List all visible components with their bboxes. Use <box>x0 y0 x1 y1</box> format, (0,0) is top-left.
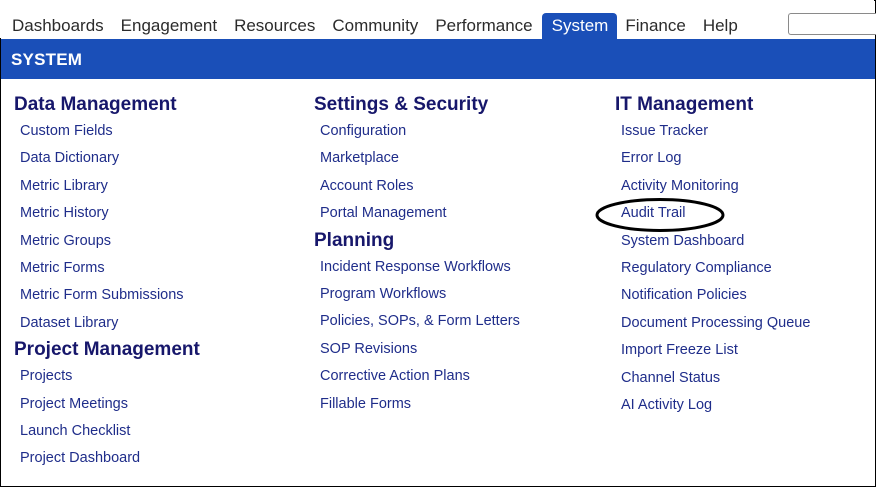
group-title-project-management: Project Management <box>14 339 200 361</box>
link-metric-form-submissions[interactable]: Metric Form Submissions <box>20 282 200 309</box>
link-issue-tracker[interactable]: Issue Tracker <box>621 118 810 145</box>
list-project-management: Projects Project Meetings Launch Checkli… <box>14 363 200 473</box>
tab-finance[interactable]: Finance <box>617 13 694 41</box>
link-incident-response-workflows[interactable]: Incident Response Workflows <box>320 254 520 281</box>
link-marketplace[interactable]: Marketplace <box>320 145 520 172</box>
tab-community[interactable]: Community <box>324 13 427 41</box>
link-system-dashboard[interactable]: System Dashboard <box>621 228 810 255</box>
link-data-dictionary[interactable]: Data Dictionary <box>20 145 200 172</box>
link-policies-sops-form-letters[interactable]: Policies, SOPs, & Form Letters <box>320 308 520 335</box>
tab-system[interactable]: System <box>541 13 618 41</box>
link-metric-history[interactable]: Metric History <box>20 200 200 227</box>
link-portal-management[interactable]: Portal Management <box>320 200 520 227</box>
link-metric-forms[interactable]: Metric Forms <box>20 255 200 282</box>
column-it-management: IT Management Issue Tracker Error Log Ac… <box>615 92 810 419</box>
column-settings-planning: Settings & Security Configuration Market… <box>314 92 520 418</box>
column-data-project: Data Management Custom Fields Data Dicti… <box>14 92 200 473</box>
link-launch-checklist[interactable]: Launch Checklist <box>20 418 200 445</box>
link-notification-policies[interactable]: Notification Policies <box>621 282 810 309</box>
link-project-dashboard[interactable]: Project Dashboard <box>20 445 200 472</box>
list-it-management: Issue Tracker Error Log Activity Monitor… <box>615 118 810 419</box>
tab-performance[interactable]: Performance <box>427 13 541 41</box>
link-configuration[interactable]: Configuration <box>320 118 520 145</box>
group-title-data-management: Data Management <box>14 94 177 115</box>
link-corrective-action-plans[interactable]: Corrective Action Plans <box>320 363 520 390</box>
link-regulatory-compliance[interactable]: Regulatory Compliance <box>621 255 810 282</box>
link-document-processing-queue[interactable]: Document Processing Queue <box>621 310 810 337</box>
list-data-management: Custom Fields Data Dictionary Metric Lib… <box>14 118 200 337</box>
section-title: SYSTEM <box>11 50 83 69</box>
link-activity-monitoring[interactable]: Activity Monitoring <box>621 173 810 200</box>
group-title-it-management: IT Management <box>615 94 754 115</box>
link-dataset-library[interactable]: Dataset Library <box>20 310 200 337</box>
link-sop-revisions[interactable]: SOP Revisions <box>320 336 520 363</box>
group-title-settings-security: Settings & Security <box>314 94 489 115</box>
link-custom-fields[interactable]: Custom Fields <box>20 118 200 145</box>
link-account-roles[interactable]: Account Roles <box>320 173 520 200</box>
link-fillable-forms[interactable]: Fillable Forms <box>320 391 520 418</box>
list-settings-security: Configuration Marketplace Account Roles … <box>314 118 520 228</box>
link-project-meetings[interactable]: Project Meetings <box>20 391 200 418</box>
section-header: SYSTEM <box>1 39 875 79</box>
tab-resources[interactable]: Resources <box>226 13 324 41</box>
link-channel-status[interactable]: Channel Status <box>621 365 810 392</box>
search-input[interactable] <box>788 13 876 35</box>
top-navigation: Dashboards Engagement Resources Communit… <box>0 0 876 41</box>
link-metric-library[interactable]: Metric Library <box>20 173 200 200</box>
tab-help[interactable]: Help <box>695 13 747 41</box>
link-program-workflows[interactable]: Program Workflows <box>320 281 520 308</box>
link-projects[interactable]: Projects <box>20 363 200 390</box>
tab-engagement[interactable]: Engagement <box>113 13 226 41</box>
link-audit-trail[interactable]: Audit Trail <box>621 200 810 227</box>
group-title-planning: Planning <box>314 229 395 251</box>
list-planning: Incident Response Workflows Program Work… <box>314 254 520 418</box>
tab-dashboards[interactable]: Dashboards <box>4 13 113 41</box>
link-error-log[interactable]: Error Log <box>621 145 810 172</box>
link-import-freeze-list[interactable]: Import Freeze List <box>621 337 810 364</box>
link-ai-activity-log[interactable]: AI Activity Log <box>621 392 810 419</box>
nav-tabs: Dashboards Engagement Resources Communit… <box>4 13 747 41</box>
link-metric-groups[interactable]: Metric Groups <box>20 228 200 255</box>
